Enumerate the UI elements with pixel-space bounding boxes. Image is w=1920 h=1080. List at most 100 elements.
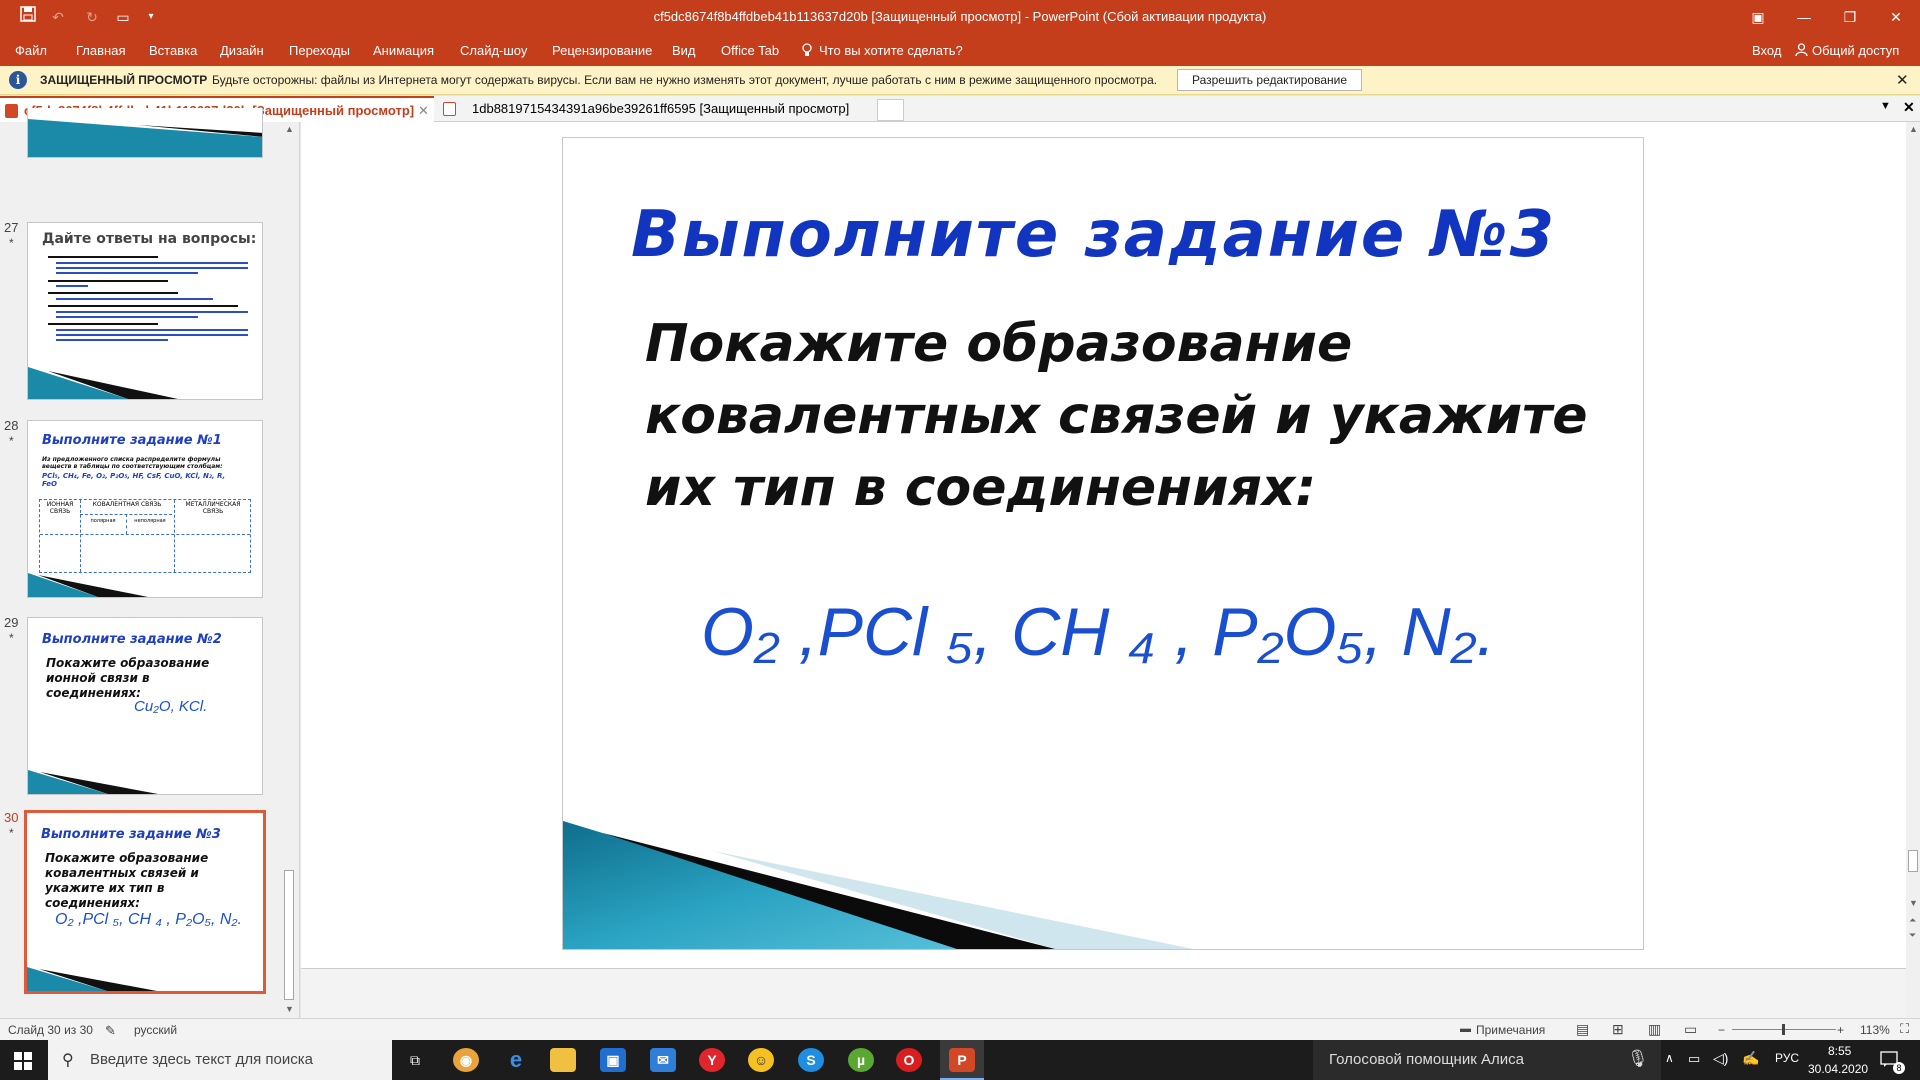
scroll-down-icon[interactable]: ▼: [285, 1004, 294, 1014]
clock-time[interactable]: 8:55: [1828, 1044, 1851, 1058]
share-button[interactable]: Общий доступ: [1812, 43, 1899, 58]
slide-thumbnail-29[interactable]: Выполните задание №2 Покажите образовани…: [27, 617, 263, 795]
notification-count: 8: [1893, 1062, 1905, 1074]
slide-thumbnail-26[interactable]: [27, 108, 263, 158]
slide-scrollbar[interactable]: ▲ ▼ ⏶ ⏷: [1906, 122, 1920, 1018]
opera-icon[interactable]: O: [896, 1048, 922, 1072]
powerpoint-file-icon: [443, 102, 456, 116]
slide-sorter-icon[interactable]: ⊞: [1612, 1021, 1624, 1038]
close-tab-icon[interactable]: ✕: [418, 98, 429, 124]
tab-review[interactable]: Рецензирование: [552, 43, 652, 58]
thumb-formula: PCl₅, CH₄, Fe, O₂, P₂O₅, HF, CsF, CuO, K…: [42, 472, 226, 488]
store-icon[interactable]: ▣: [600, 1048, 626, 1072]
new-tab-button[interactable]: [877, 99, 904, 121]
notes-icon: ▬: [1460, 1023, 1471, 1035]
slide-number-29: 29: [4, 615, 19, 630]
slide-thumbnail-30-selected[interactable]: Выполните задание №3 Покажите образовани…: [24, 810, 266, 994]
status-bar: Слайд 30 из 30 ✎ русский ▬ Примечания ▤ …: [0, 1018, 1920, 1040]
title-bar: ↶ ↻ ▭ ▾ cf5dc8674f8b4ffdbeb41b113637d20b…: [0, 0, 1920, 34]
input-language[interactable]: РУС: [1775, 1051, 1799, 1065]
enable-editing-button[interactable]: Разрешить редактирование: [1177, 69, 1362, 91]
tab-animations[interactable]: Анимация: [373, 43, 434, 58]
tab-view[interactable]: Вид: [672, 43, 696, 58]
taskbar-search[interactable]: ⚲ Введите здесь текст для поиска: [48, 1040, 392, 1080]
tab-transitions[interactable]: Переходы: [289, 43, 350, 58]
info-icon: i: [9, 71, 27, 89]
spelling-check-icon[interactable]: ✎: [105, 1023, 116, 1039]
emoji-app-icon[interactable]: ☺: [748, 1048, 774, 1072]
task-view-icon[interactable]: ⧉: [402, 1048, 428, 1072]
notes-area[interactable]: [301, 968, 1906, 1018]
zoom-in-icon[interactable]: +: [1837, 1023, 1844, 1037]
next-slide-icon[interactable]: ⏷: [1909, 930, 1916, 941]
tab-design[interactable]: Дизайн: [220, 43, 264, 58]
utorrent-icon[interactable]: µ: [848, 1048, 874, 1072]
protected-view-message: Будьте осторожны: файлы из Интернета мог…: [212, 73, 1158, 87]
zoom-level[interactable]: 113%: [1860, 1023, 1890, 1037]
minimize-icon[interactable]: —: [1781, 0, 1827, 34]
file-explorer-icon[interactable]: [550, 1048, 576, 1072]
search-placeholder: Введите здесь текст для поиска: [90, 1051, 313, 1068]
slide-body-line: их тип в соединениях:: [645, 458, 1317, 518]
close-icon[interactable]: ✕: [1873, 0, 1919, 34]
doc-tab-inactive[interactable]: 1db8819715434391a96be39261ff6595 [Защище…: [438, 96, 874, 122]
scroll-up-icon[interactable]: ▲: [1909, 124, 1918, 134]
notes-splitter[interactable]: [301, 968, 1906, 972]
mail-icon[interactable]: ✉: [650, 1048, 676, 1072]
thumb-formula: O₂ ,PCl ₅, CH ₄ , P₂O₅, N₂.: [55, 911, 242, 928]
protected-view-title: ЗАЩИЩЕННЫЙ ПРОСМОТР: [40, 73, 208, 87]
ribbon-display-options-icon[interactable]: ▣: [1735, 0, 1781, 34]
tab-office-tab[interactable]: Office Tab: [721, 43, 779, 58]
show-hidden-icons[interactable]: ∧: [1665, 1051, 1674, 1065]
slide-thumbnail-27[interactable]: Дайте ответы на вопросы:: [27, 222, 263, 400]
current-slide[interactable]: Выполните задание №3 Покажите образовани…: [562, 137, 1644, 950]
slide-decoration: [28, 573, 148, 597]
thumbnail-scrollbar[interactable]: ▲ ▼: [281, 122, 298, 1018]
scrollbar-thumb[interactable]: [1908, 850, 1918, 872]
powerpoint-file-icon: [5, 104, 18, 118]
slideshow-view-icon[interactable]: ▭: [1684, 1021, 1697, 1038]
tell-me-search[interactable]: Что вы хотите сделать?: [819, 43, 963, 58]
close-all-icon[interactable]: ✕: [1903, 99, 1915, 116]
previous-slide-icon[interactable]: ⏶: [1909, 915, 1916, 926]
normal-view-icon[interactable]: ▤: [1576, 1021, 1589, 1038]
close-bar-icon[interactable]: ✕: [1896, 71, 1909, 89]
volume-icon[interactable]: ◁): [1713, 1050, 1728, 1067]
slide-decoration: [28, 119, 262, 157]
zoom-slider-thumb[interactable]: [1782, 1024, 1785, 1035]
skype-icon[interactable]: S: [798, 1048, 824, 1072]
tab-home[interactable]: Главная: [76, 43, 125, 58]
ribbon-tabs: Файл Главная Вставка Дизайн Переходы Ани…: [0, 34, 1920, 66]
pen-icon[interactable]: ✍: [1742, 1050, 1759, 1067]
microphone-icon[interactable]: 🎙: [1627, 1049, 1649, 1069]
slide-decoration: [563, 821, 1194, 949]
yandex-icon[interactable]: Y: [699, 1048, 725, 1072]
scroll-down-icon[interactable]: ▼: [1909, 898, 1918, 908]
browser-icon[interactable]: ◉: [453, 1048, 479, 1072]
scroll-up-icon[interactable]: ▲: [285, 124, 294, 134]
tab-insert[interactable]: Вставка: [149, 43, 197, 58]
slide-number-30: 30: [4, 810, 19, 825]
animation-star: *: [9, 631, 14, 645]
alice-voice-assistant[interactable]: Голосовой помощник Алиса 🎙: [1313, 1040, 1661, 1080]
notes-button[interactable]: Примечания: [1476, 1023, 1545, 1037]
tab-file[interactable]: Файл: [15, 43, 47, 58]
restore-icon[interactable]: ❐: [1827, 0, 1873, 34]
powerpoint-taskbar-button[interactable]: P: [940, 1040, 984, 1080]
table-subheader: полярная: [90, 518, 116, 524]
table-header: МЕТАЛЛИЧЕСКАЯ СВЯЗЬ: [185, 501, 241, 515]
language-indicator[interactable]: русский: [134, 1023, 177, 1037]
slide-thumbnail-28[interactable]: Выполните задание №1 Из предложенного сп…: [27, 420, 263, 598]
zoom-out-icon[interactable]: −: [1718, 1023, 1725, 1037]
windows-start-icon[interactable]: [14, 1052, 32, 1070]
tab-list-icon[interactable]: ▼: [1880, 100, 1891, 112]
signin-link[interactable]: Вход: [1752, 43, 1781, 58]
network-icon[interactable]: ▭: [1688, 1051, 1700, 1067]
tab-slideshow[interactable]: Слайд-шоу: [460, 43, 527, 58]
reading-view-icon[interactable]: ▥: [1648, 1021, 1661, 1038]
edge-icon[interactable]: e: [503, 1048, 529, 1072]
fit-slide-icon[interactable]: ⛶: [1900, 1021, 1909, 1037]
clock-date[interactable]: 30.04.2020: [1808, 1062, 1868, 1076]
slide-decoration: [28, 367, 178, 399]
scrollbar-thumb[interactable]: [284, 870, 294, 1000]
